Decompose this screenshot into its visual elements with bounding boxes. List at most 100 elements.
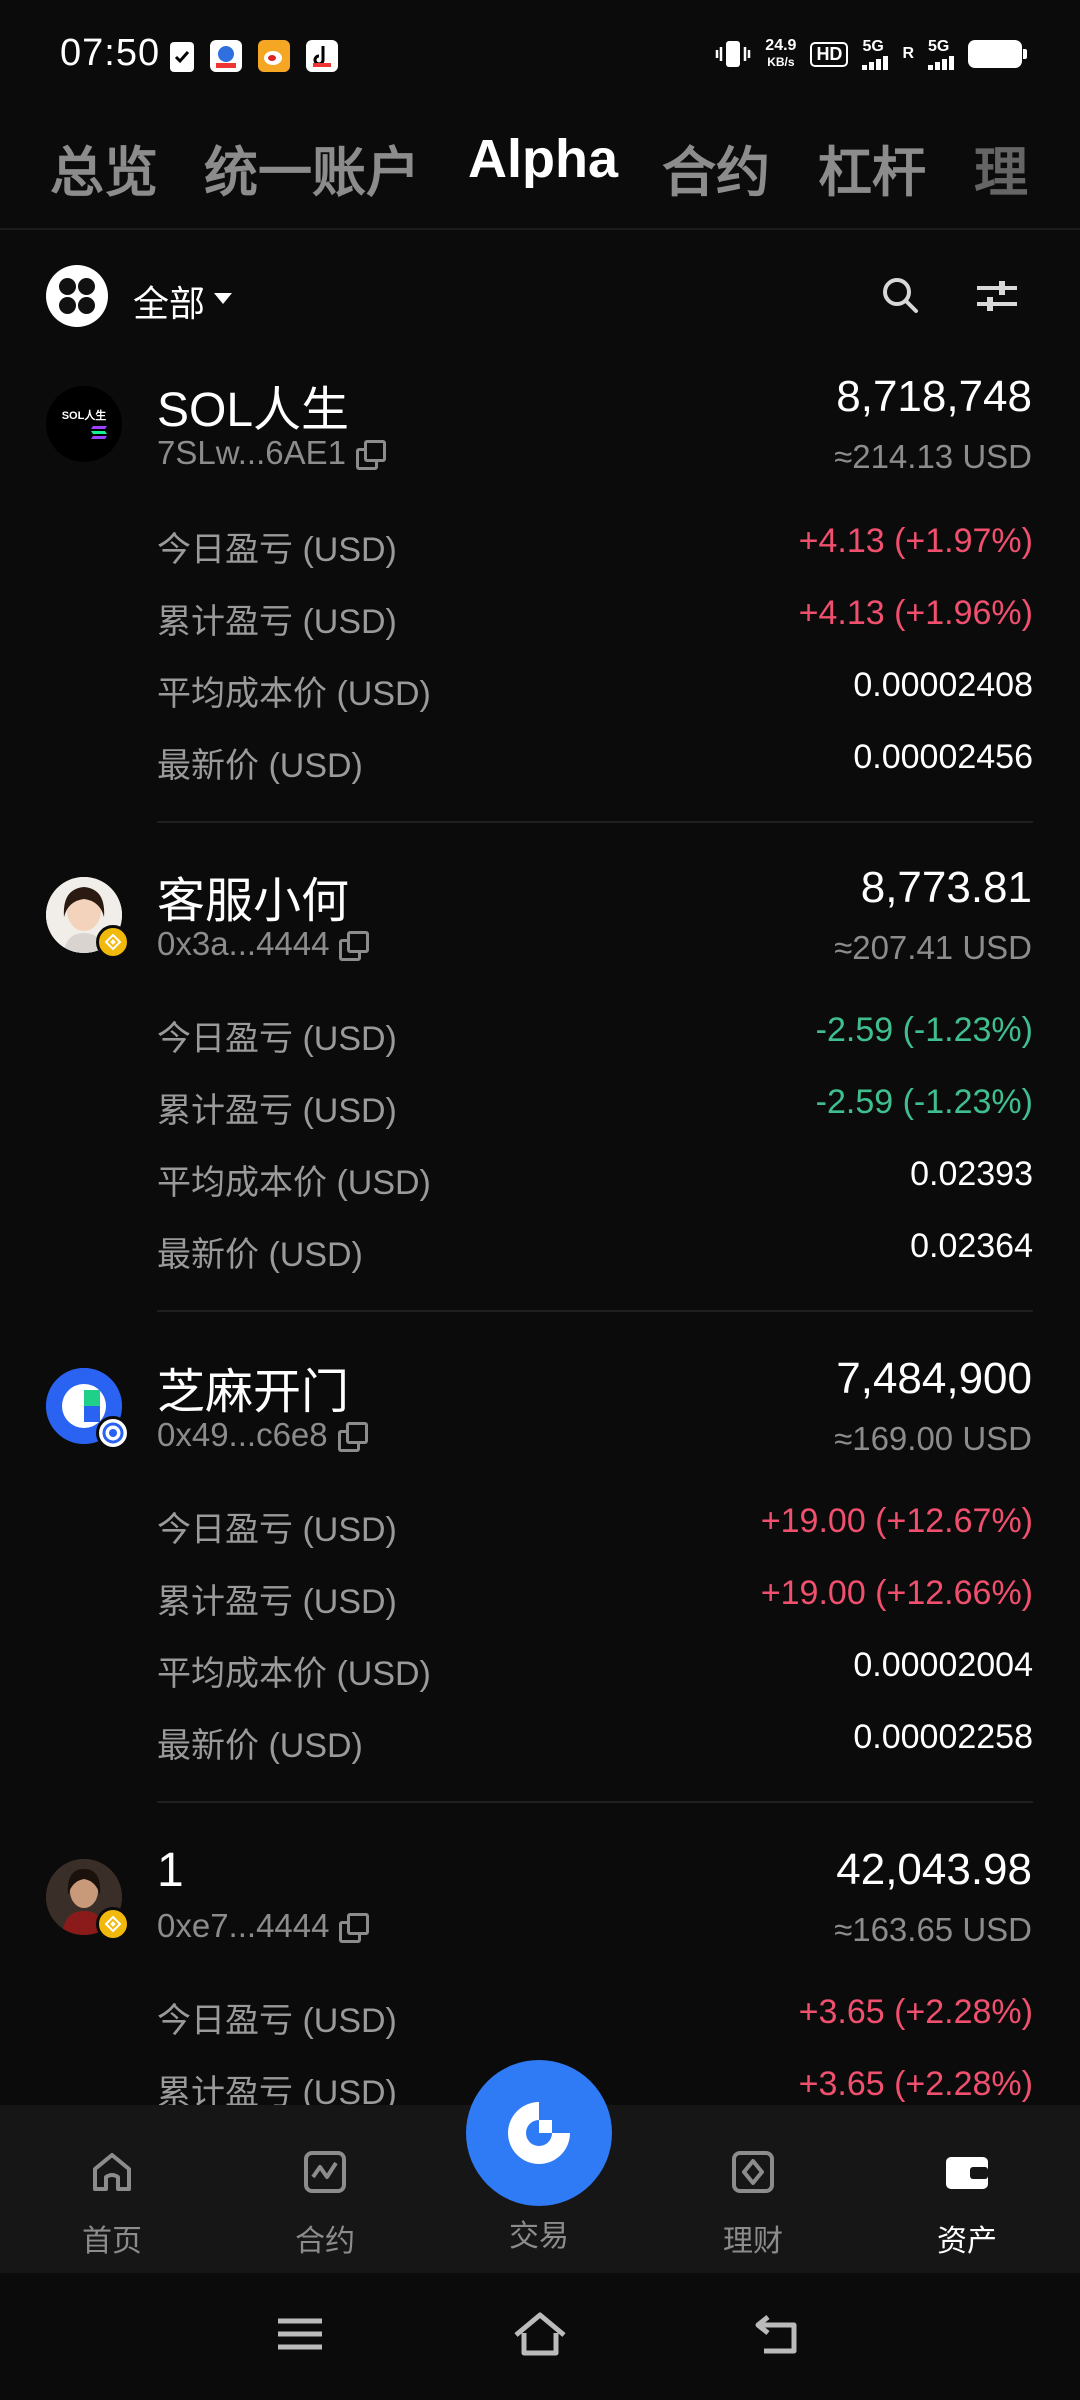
back-icon[interactable] bbox=[750, 2309, 810, 2359]
token-amount: 42,043.98 bbox=[836, 1845, 1032, 1894]
token-address-text: 7SLw...6AE1 bbox=[157, 434, 346, 471]
metric-row: 累计盈亏 (USD) -2.59 (-1.23%) bbox=[157, 1083, 1033, 1133]
metric-row: 最新价 (USD) 0.00002456 bbox=[157, 738, 1033, 788]
token-address-text: 0x3a...4444 bbox=[157, 925, 330, 962]
copy-icon[interactable] bbox=[355, 440, 386, 470]
tab-finance[interactable]: 理 bbox=[974, 128, 1028, 207]
nav-home[interactable]: 首页 bbox=[42, 2147, 182, 2260]
net-speed-value: 24.9 bbox=[765, 37, 797, 54]
wallet-icon bbox=[946, 2157, 988, 2189]
metric-value: -2.59 (-1.23%) bbox=[815, 1083, 1033, 1121]
top-tabs: 总览 统一账户 Alpha 合约 杠杆 理 bbox=[0, 110, 1080, 230]
signal-bars-icon bbox=[862, 56, 889, 70]
token-name: 芝麻开门 bbox=[157, 1366, 350, 1419]
metric-value: 0.02393 bbox=[910, 1155, 1033, 1193]
token-address: 0x3a...4444 bbox=[157, 925, 370, 963]
trade-button[interactable] bbox=[466, 2060, 612, 2206]
token-usd-value: ≈163.65 USD bbox=[834, 1911, 1032, 1948]
token-usd-value: ≈214.13 USD bbox=[834, 438, 1032, 475]
bnb-chain-badge-icon bbox=[96, 925, 130, 959]
metric-row: 今日盈亏 (USD) +4.13 (+1.97%) bbox=[157, 522, 1033, 572]
vibrate-icon bbox=[716, 41, 751, 67]
home-button-icon[interactable] bbox=[510, 2309, 570, 2359]
metric-label: 今日盈亏 (USD) bbox=[157, 1511, 397, 1549]
gate-chain-badge-icon bbox=[96, 1416, 130, 1450]
chart-icon bbox=[304, 2151, 346, 2193]
nav-futures[interactable]: 合约 bbox=[255, 2147, 395, 2260]
metric-value: +4.13 (+1.97%) bbox=[798, 522, 1033, 560]
copy-icon[interactable] bbox=[339, 931, 370, 961]
nav-label: 资产 bbox=[937, 2225, 997, 2258]
copy-icon[interactable] bbox=[339, 1913, 370, 1943]
nav-assets[interactable]: 资产 bbox=[897, 2147, 1037, 2260]
metric-row: 平均成本价 (USD) 0.02393 bbox=[157, 1155, 1033, 1205]
metric-label: 今日盈亏 (USD) bbox=[157, 531, 397, 569]
token-usd-value: ≈169.00 USD bbox=[834, 1420, 1032, 1457]
nav-label: 交易 bbox=[509, 2220, 569, 2253]
token-address-text: 0xe7...4444 bbox=[157, 1907, 330, 1944]
copy-icon[interactable] bbox=[337, 1422, 368, 1452]
chain-filter-label[interactable]: 全部 bbox=[133, 275, 205, 327]
metric-value: 0.02364 bbox=[910, 1227, 1033, 1265]
metric-label: 最新价 (USD) bbox=[157, 1727, 363, 1765]
all-chains-icon[interactable] bbox=[46, 265, 108, 327]
metric-label: 累计盈亏 (USD) bbox=[157, 603, 397, 641]
tab-margin[interactable]: 杠杆 bbox=[818, 128, 926, 207]
trade-icon bbox=[508, 2102, 570, 2164]
metric-row: 今日盈亏 (USD) +3.65 (+2.28%) bbox=[157, 1993, 1033, 2043]
metric-label: 最新价 (USD) bbox=[157, 747, 363, 785]
earn-icon bbox=[732, 2151, 774, 2193]
caret-down-icon[interactable] bbox=[214, 293, 232, 304]
divider bbox=[157, 1310, 1033, 1312]
metric-value: +3.65 (+2.28%) bbox=[798, 1993, 1033, 2031]
avatar-text: SOL人生 bbox=[61, 410, 107, 422]
menu-icon[interactable] bbox=[270, 2309, 330, 2359]
net-speed: 24.9 KB/s bbox=[765, 38, 796, 70]
tab-unified-account[interactable]: 统一账户 bbox=[204, 128, 420, 207]
sim1-label: 5G bbox=[862, 38, 884, 55]
token-name: SOL人生 bbox=[157, 384, 350, 437]
divider bbox=[157, 821, 1033, 823]
bnb-chain-badge-icon bbox=[96, 1907, 130, 1941]
weibo-app-icon bbox=[258, 40, 290, 72]
token-address-text: 0x49...c6e8 bbox=[157, 1416, 328, 1453]
token-amount: 8,718,748 bbox=[836, 372, 1032, 421]
metric-row: 最新价 (USD) 0.02364 bbox=[157, 1227, 1033, 1277]
home-icon bbox=[93, 2153, 131, 2191]
nav-label: 理财 bbox=[723, 2225, 783, 2258]
metric-value: 0.00002408 bbox=[853, 666, 1033, 704]
net-speed-unit: KB/s bbox=[767, 55, 795, 69]
token-avatar bbox=[46, 1859, 130, 1941]
battery-icon bbox=[968, 40, 1027, 68]
metric-row: 累计盈亏 (USD) +4.13 (+1.96%) bbox=[157, 594, 1033, 644]
metric-value: -2.59 (-1.23%) bbox=[815, 1011, 1033, 1049]
metric-value: 0.00002258 bbox=[853, 1718, 1033, 1756]
metric-row: 今日盈亏 (USD) -2.59 (-1.23%) bbox=[157, 1011, 1033, 1061]
tab-alpha[interactable]: Alpha bbox=[468, 128, 618, 190]
solana-logo-icon bbox=[91, 426, 107, 439]
metric-label: 累计盈亏 (USD) bbox=[157, 1583, 397, 1621]
sim2-label: 5G bbox=[928, 38, 950, 55]
token-amount: 8,773.81 bbox=[860, 863, 1032, 912]
roaming-label: R bbox=[902, 45, 914, 62]
metric-value: +3.65 (+2.28%) bbox=[798, 2065, 1033, 2103]
tab-futures[interactable]: 合约 bbox=[662, 128, 770, 207]
nav-earn[interactable]: 理财 bbox=[683, 2147, 823, 2260]
clipboard-icon bbox=[170, 42, 194, 72]
signal-1: 5G bbox=[862, 38, 889, 70]
metric-label: 平均成本价 (USD) bbox=[157, 675, 431, 713]
divider bbox=[157, 1801, 1033, 1803]
metric-label: 今日盈亏 (USD) bbox=[157, 1020, 397, 1058]
token-avatar bbox=[46, 877, 130, 959]
sliders-icon[interactable] bbox=[975, 277, 1019, 315]
metric-value: 0.00002004 bbox=[853, 1646, 1033, 1684]
token-address: 0x49...c6e8 bbox=[157, 1416, 368, 1454]
status-bar: 07:50 24.9 KB/s HD 5G R 5G bbox=[0, 0, 1080, 110]
notification-icons bbox=[170, 40, 338, 72]
tab-overview[interactable]: 总览 bbox=[50, 128, 158, 207]
metric-label: 最新价 (USD) bbox=[157, 1236, 363, 1274]
search-icon[interactable] bbox=[880, 275, 920, 315]
nav-label: 合约 bbox=[295, 2225, 355, 2258]
status-time: 07:50 bbox=[60, 32, 161, 74]
token-avatar bbox=[46, 1368, 130, 1450]
